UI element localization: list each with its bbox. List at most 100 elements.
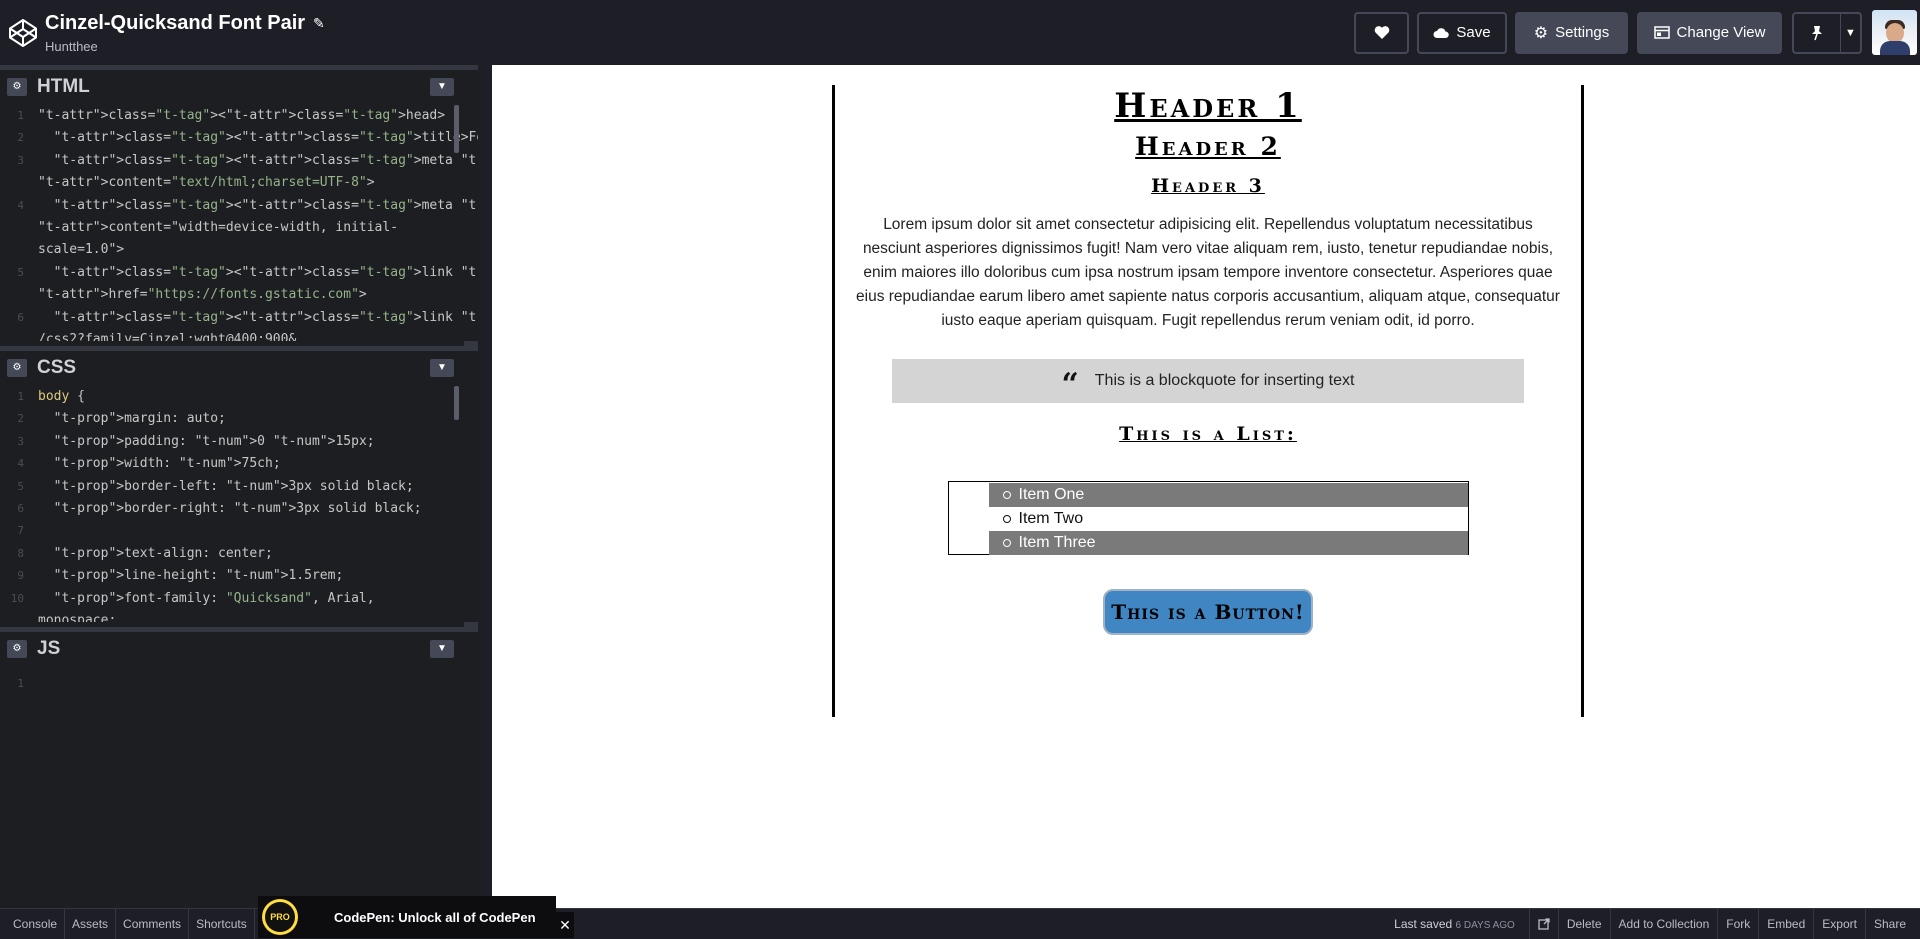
code-line: 6 "t-prop">border-right: "t-num">3px sol… (17, 501, 422, 517)
code-line: "t-attr">content="text/html;charset=UTF-… (38, 175, 375, 191)
js-settings-gear-icon[interactable]: ⚙ (7, 639, 27, 658)
html-panel-title: HTML (37, 75, 90, 97)
js-panel-title: JS (37, 637, 61, 659)
embed-button[interactable]: Embed (1758, 909, 1813, 939)
code-line: 3 "t-attr">class="t-tag"><"t-attr">class… (17, 152, 478, 168)
heart-icon (1374, 26, 1389, 39)
save-label: Save (1456, 24, 1491, 41)
layout-icon (1653, 26, 1670, 39)
html-settings-gear-icon[interactable]: ⚙ (7, 77, 27, 96)
js-panel-header: ⚙ JS ▼ (0, 627, 478, 665)
open-external-button[interactable] (1528, 909, 1558, 939)
preview-blockquote: “ This is a blockquote for inserting tex… (892, 359, 1524, 403)
code-line: 1 (17, 677, 24, 690)
comments-button[interactable]: Comments (116, 908, 190, 939)
code-line: "t-attr">content="width=device-width, in… (38, 220, 399, 236)
html-panel-header: ⚙ HTML ▼ (0, 65, 478, 103)
code-line: 10 "t-prop">font-family: "Quicksand", Ar… (10, 590, 375, 606)
code-line: 2 "t-attr">class="t-tag"><"t-attr">class… (17, 130, 478, 146)
quote-icon: “ (1061, 367, 1079, 402)
editors-pane: ⚙ HTML ▼ 1 "t-attr">class="t-tag"><"t-att… (0, 65, 478, 908)
gear-icon: ⚙ (1533, 24, 1549, 42)
bottom-right-actions: Last saved 6 DAYS AGO Delete Add to Coll… (1394, 909, 1920, 939)
pen-title[interactable]: Cinzel-Quicksand Font Pair (45, 12, 305, 35)
last-saved: Last saved 6 DAYS AGO (1394, 917, 1515, 931)
css-collapse-chevron-down-icon[interactable]: ▼ (430, 358, 454, 377)
top-bar: Cinzel-Quicksand Font Pair ✎ Huntthee Sa… (0, 0, 1920, 65)
code-line: monospace; (38, 613, 117, 622)
js-code-editor[interactable]: 1 (0, 665, 478, 905)
fork-button[interactable]: Fork (1717, 909, 1758, 939)
css-code-editor[interactable]: 1 body { 2 "t-prop">margin: auto; 3 "t-prop… (0, 384, 478, 622)
preview-list: Item One Item Two Item Three (947, 481, 1469, 555)
preview-page: Header 1 Header 2 Header 3 Lorem ipsum d… (832, 85, 1584, 717)
chevron-down-icon[interactable]: ▼ (1840, 13, 1860, 52)
external-link-icon (1538, 918, 1550, 930)
preview-header-2: Header 2 (1135, 132, 1281, 161)
cloud-icon (1433, 27, 1450, 38)
preview-list-title: This is a List: (1119, 423, 1297, 445)
assets-button[interactable]: Assets (65, 908, 117, 939)
css-scrollbar[interactable] (454, 386, 459, 420)
html-panel: ⚙ HTML ▼ 1 "t-attr">class="t-tag"><"t-att… (0, 65, 478, 341)
avatar[interactable] (1872, 10, 1917, 55)
change-view-label: Change View (1676, 24, 1766, 41)
settings-button[interactable]: ⚙ Settings (1515, 11, 1628, 54)
code-line: 2 "t-prop">margin: auto; (17, 411, 226, 427)
code-line: "t-attr">href="https://fonts.gstatic.com… (38, 287, 367, 303)
html-collapse-chevron-down-icon[interactable]: ▼ (430, 77, 454, 96)
save-button[interactable]: Save (1417, 11, 1507, 54)
shortcuts-button[interactable]: Shortcuts (189, 908, 255, 939)
settings-label: Settings (1555, 24, 1610, 41)
preview-pane: Header 1 Header 2 Header 3 Lorem ipsum d… (492, 65, 1920, 908)
preview-paragraph: Lorem ipsum dolor sit amet consectetur a… (856, 216, 1560, 329)
html-scrollbar[interactable] (454, 105, 459, 153)
list-item: Item One (988, 483, 1468, 507)
css-panel: ⚙ CSS ▼ 1 body { 2 "t-prop">margin: auto; 3… (0, 346, 478, 622)
list-item: Item Two (989, 507, 1468, 531)
close-icon[interactable]: ✕ (556, 912, 574, 938)
code-line: 9 "t-prop">line-height: "t-num">1.5rem; (17, 568, 344, 584)
codepen-logo-icon[interactable] (7, 17, 39, 49)
delete-button[interactable]: Delete (1557, 909, 1610, 939)
preview-button[interactable]: This is a Button! (1103, 589, 1313, 635)
code-line: 1 body { (17, 389, 85, 404)
pencil-icon[interactable]: ✎ (313, 15, 325, 32)
html-code-editor[interactable]: 1 "t-attr">class="t-tag"><"t-attr">class=… (0, 103, 478, 341)
change-view-button[interactable]: Change View (1637, 11, 1782, 54)
heart-button[interactable] (1354, 11, 1409, 54)
pin-button[interactable] (1794, 14, 1840, 52)
pin-icon (1812, 25, 1822, 40)
topbar-actions: Save ⚙ Settings Change View ▼ (1354, 0, 1920, 65)
toast-text: CodePen: Unlock all of CodePen (334, 909, 536, 925)
pen-author[interactable]: Huntthee (45, 39, 325, 54)
code-line: 4 "t-prop">width: "t-num">75ch; (17, 456, 281, 472)
js-collapse-chevron-down-icon[interactable]: ▼ (430, 639, 454, 658)
add-to-collection-button[interactable]: Add to Collection (1609, 909, 1718, 939)
code-line: 5 "t-prop">border-left: "t-num">3px soli… (17, 478, 414, 494)
css-panel-header: ⚙ CSS ▼ (0, 346, 478, 384)
code-line: 4 "t-attr">class="t-tag"><"t-attr">class… (17, 197, 478, 213)
css-panel-title: CSS (37, 356, 77, 378)
js-panel: ⚙ JS ▼ 1 (0, 627, 478, 905)
pro-badge-icon: PRO (262, 899, 298, 935)
code-line: /css2?family=Cinzel:wght@400;900& (38, 332, 297, 341)
share-button[interactable]: Share (1864, 909, 1920, 939)
blockquote-text: This is a blockquote for inserting text (1094, 372, 1355, 389)
console-button[interactable]: Console (0, 908, 66, 939)
css-settings-gear-icon[interactable]: ⚙ (7, 358, 27, 377)
export-button[interactable]: Export (1813, 909, 1865, 939)
code-line: 7 (17, 524, 24, 538)
pen-title-block: Cinzel-Quicksand Font Pair ✎ Huntthee (45, 12, 325, 54)
code-line: 3 "t-prop">padding: "t-num">0 "t-num">15… (17, 433, 375, 449)
preview-header-3: Header 3 (1151, 175, 1265, 197)
code-line: 5 "t-attr">class="t-tag"><"t-attr">class… (17, 264, 478, 280)
preview-header-1: Header 1 (1114, 86, 1302, 126)
list-item: Item Three (988, 531, 1468, 555)
code-line: 1 "t-attr">class="t-tag"><"t-attr">class=… (17, 108, 446, 123)
code-line: 8 "t-prop">text-align: center; (17, 545, 273, 561)
code-line: scale=1.0"> (38, 242, 125, 258)
pro-toast[interactable]: PRO CodePen: Unlock all of CodePen (258, 896, 556, 938)
pin-group: ▼ (1792, 11, 1862, 54)
code-line: 6 "t-attr">class="t-tag"><"t-attr">class… (17, 309, 478, 325)
